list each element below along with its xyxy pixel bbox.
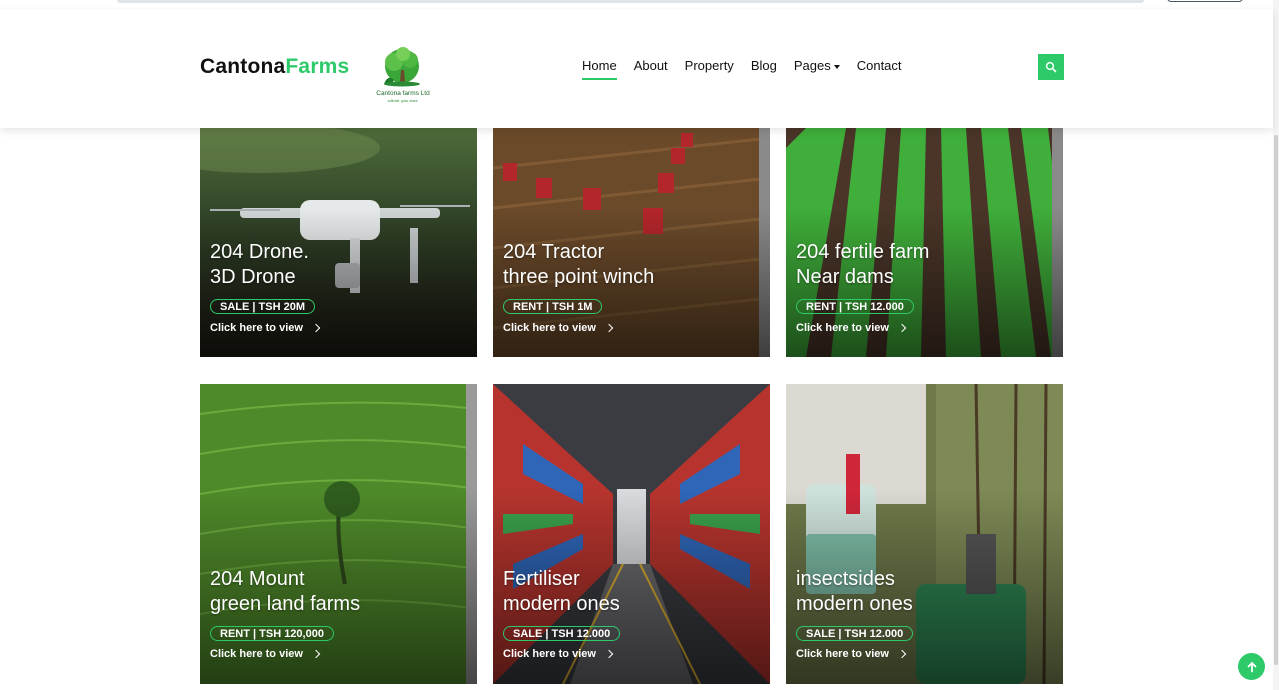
card-title-line-1: Fertiliser [503, 568, 580, 590]
chevron-right-icon [604, 649, 614, 659]
brand-logo-text[interactable]: CantonaFarms [200, 55, 349, 79]
property-card[interactable]: 204 fertile farm Near dams RENT | TSH 12… [786, 128, 1063, 357]
view-link[interactable]: Click here to view [796, 648, 907, 660]
card-title-line-1: 204 Drone. [210, 241, 309, 263]
price-badge: SALE | TSH 12.000 [796, 626, 914, 641]
card-title-line-2: three point winch [503, 266, 655, 288]
page-scrollbar[interactable] [1273, 0, 1279, 690]
card-title-line-1: 204 fertile farm [796, 241, 930, 263]
top-pill-button[interactable] [1167, 0, 1243, 2]
nav-home[interactable]: Home [582, 58, 617, 80]
card-title-line-2: Near dams [796, 266, 894, 288]
price-badge: RENT | TSH 120,000 [210, 626, 334, 641]
brand-part-1: Cantona [200, 55, 286, 78]
brand-logo-icon: Cantona farms Ltd cultivate. grow. share… [376, 47, 430, 103]
property-card[interactable]: 204 Mount green land farms RENT | TSH 12… [200, 384, 477, 684]
back-to-top-button[interactable] [1238, 653, 1265, 680]
price-badge: RENT | TSH 1M [503, 299, 603, 314]
logo-tagline: cultivate. grow. share. [388, 99, 419, 103]
view-link[interactable]: Click here to view [210, 648, 321, 660]
card-title-line-1: insectsides [796, 568, 895, 590]
price-badge: SALE | TSH 12.000 [503, 626, 621, 641]
chevron-right-icon [897, 649, 907, 659]
view-link-label: Click here to view [210, 322, 303, 334]
card-title-line-2: modern ones [503, 593, 620, 615]
price-badge: SALE | TSH 20M [210, 299, 315, 314]
view-link[interactable]: Click here to view [503, 648, 614, 660]
card-title-line-2: green land farms [210, 593, 361, 615]
chevron-right-icon [311, 323, 321, 333]
nav-contact[interactable]: Contact [857, 58, 902, 77]
chevron-right-icon [311, 649, 321, 659]
site-header: CantonaFarms Cantona farms Ltd cultivate… [0, 9, 1273, 128]
card-title-line-2: modern ones [796, 593, 913, 615]
search-icon [1045, 61, 1057, 73]
chevron-right-icon [897, 323, 907, 333]
property-card[interactable]: Fertiliser modern ones SALE | TSH 12.000… [493, 384, 770, 684]
view-link-label: Click here to view [796, 648, 889, 660]
view-link-label: Click here to view [796, 322, 889, 334]
nav-property[interactable]: Property [685, 58, 734, 77]
view-link-label: Click here to view [503, 322, 596, 334]
caret-down-icon [833, 64, 840, 69]
logo-caption: Cantona farms Ltd [376, 90, 430, 97]
nav-blog[interactable]: Blog [751, 58, 777, 77]
property-card[interactable]: 204 Drone. 3D Drone SALE | TSH 20M Click… [200, 128, 477, 357]
card-title-line-2: 3D Drone [210, 266, 296, 288]
property-card[interactable]: 204 Tractor three point winch RENT | TSH… [493, 128, 770, 357]
property-card[interactable]: insectsides modern ones SALE | TSH 12.00… [786, 384, 1063, 684]
top-search-bar-edge [117, 0, 1144, 3]
scrollbar-thumb[interactable] [1274, 135, 1278, 665]
card-title: insectsides modern ones [796, 567, 913, 617]
card-title: 204 Mount green land farms [210, 567, 360, 617]
card-title: 204 Tractor three point winch [503, 240, 654, 290]
view-link-label: Click here to view [210, 648, 303, 660]
view-link[interactable]: Click here to view [210, 322, 321, 334]
brand-part-2: Farms [285, 55, 350, 78]
search-button[interactable] [1038, 54, 1064, 80]
view-link-label: Click here to view [503, 648, 596, 660]
chevron-right-icon [604, 323, 614, 333]
main-nav: Home About Property Blog Pages Contact [582, 58, 919, 80]
view-link[interactable]: Click here to view [503, 322, 614, 334]
price-badge: RENT | TSH 12.000 [796, 299, 914, 314]
card-title: Fertiliser modern ones [503, 567, 620, 617]
arrow-up-icon [1247, 661, 1256, 672]
card-title: 204 fertile farm Near dams [796, 240, 929, 290]
card-title-line-1: 204 Mount [210, 568, 305, 590]
card-title: 204 Drone. 3D Drone [210, 240, 309, 290]
card-title-line-1: 204 Tractor [503, 241, 605, 263]
nav-pages[interactable]: Pages [794, 58, 840, 77]
nav-pages-label: Pages [793, 58, 831, 73]
nav-about[interactable]: About [634, 58, 668, 77]
top-strip [0, 0, 1279, 9]
view-link[interactable]: Click here to view [796, 322, 907, 334]
